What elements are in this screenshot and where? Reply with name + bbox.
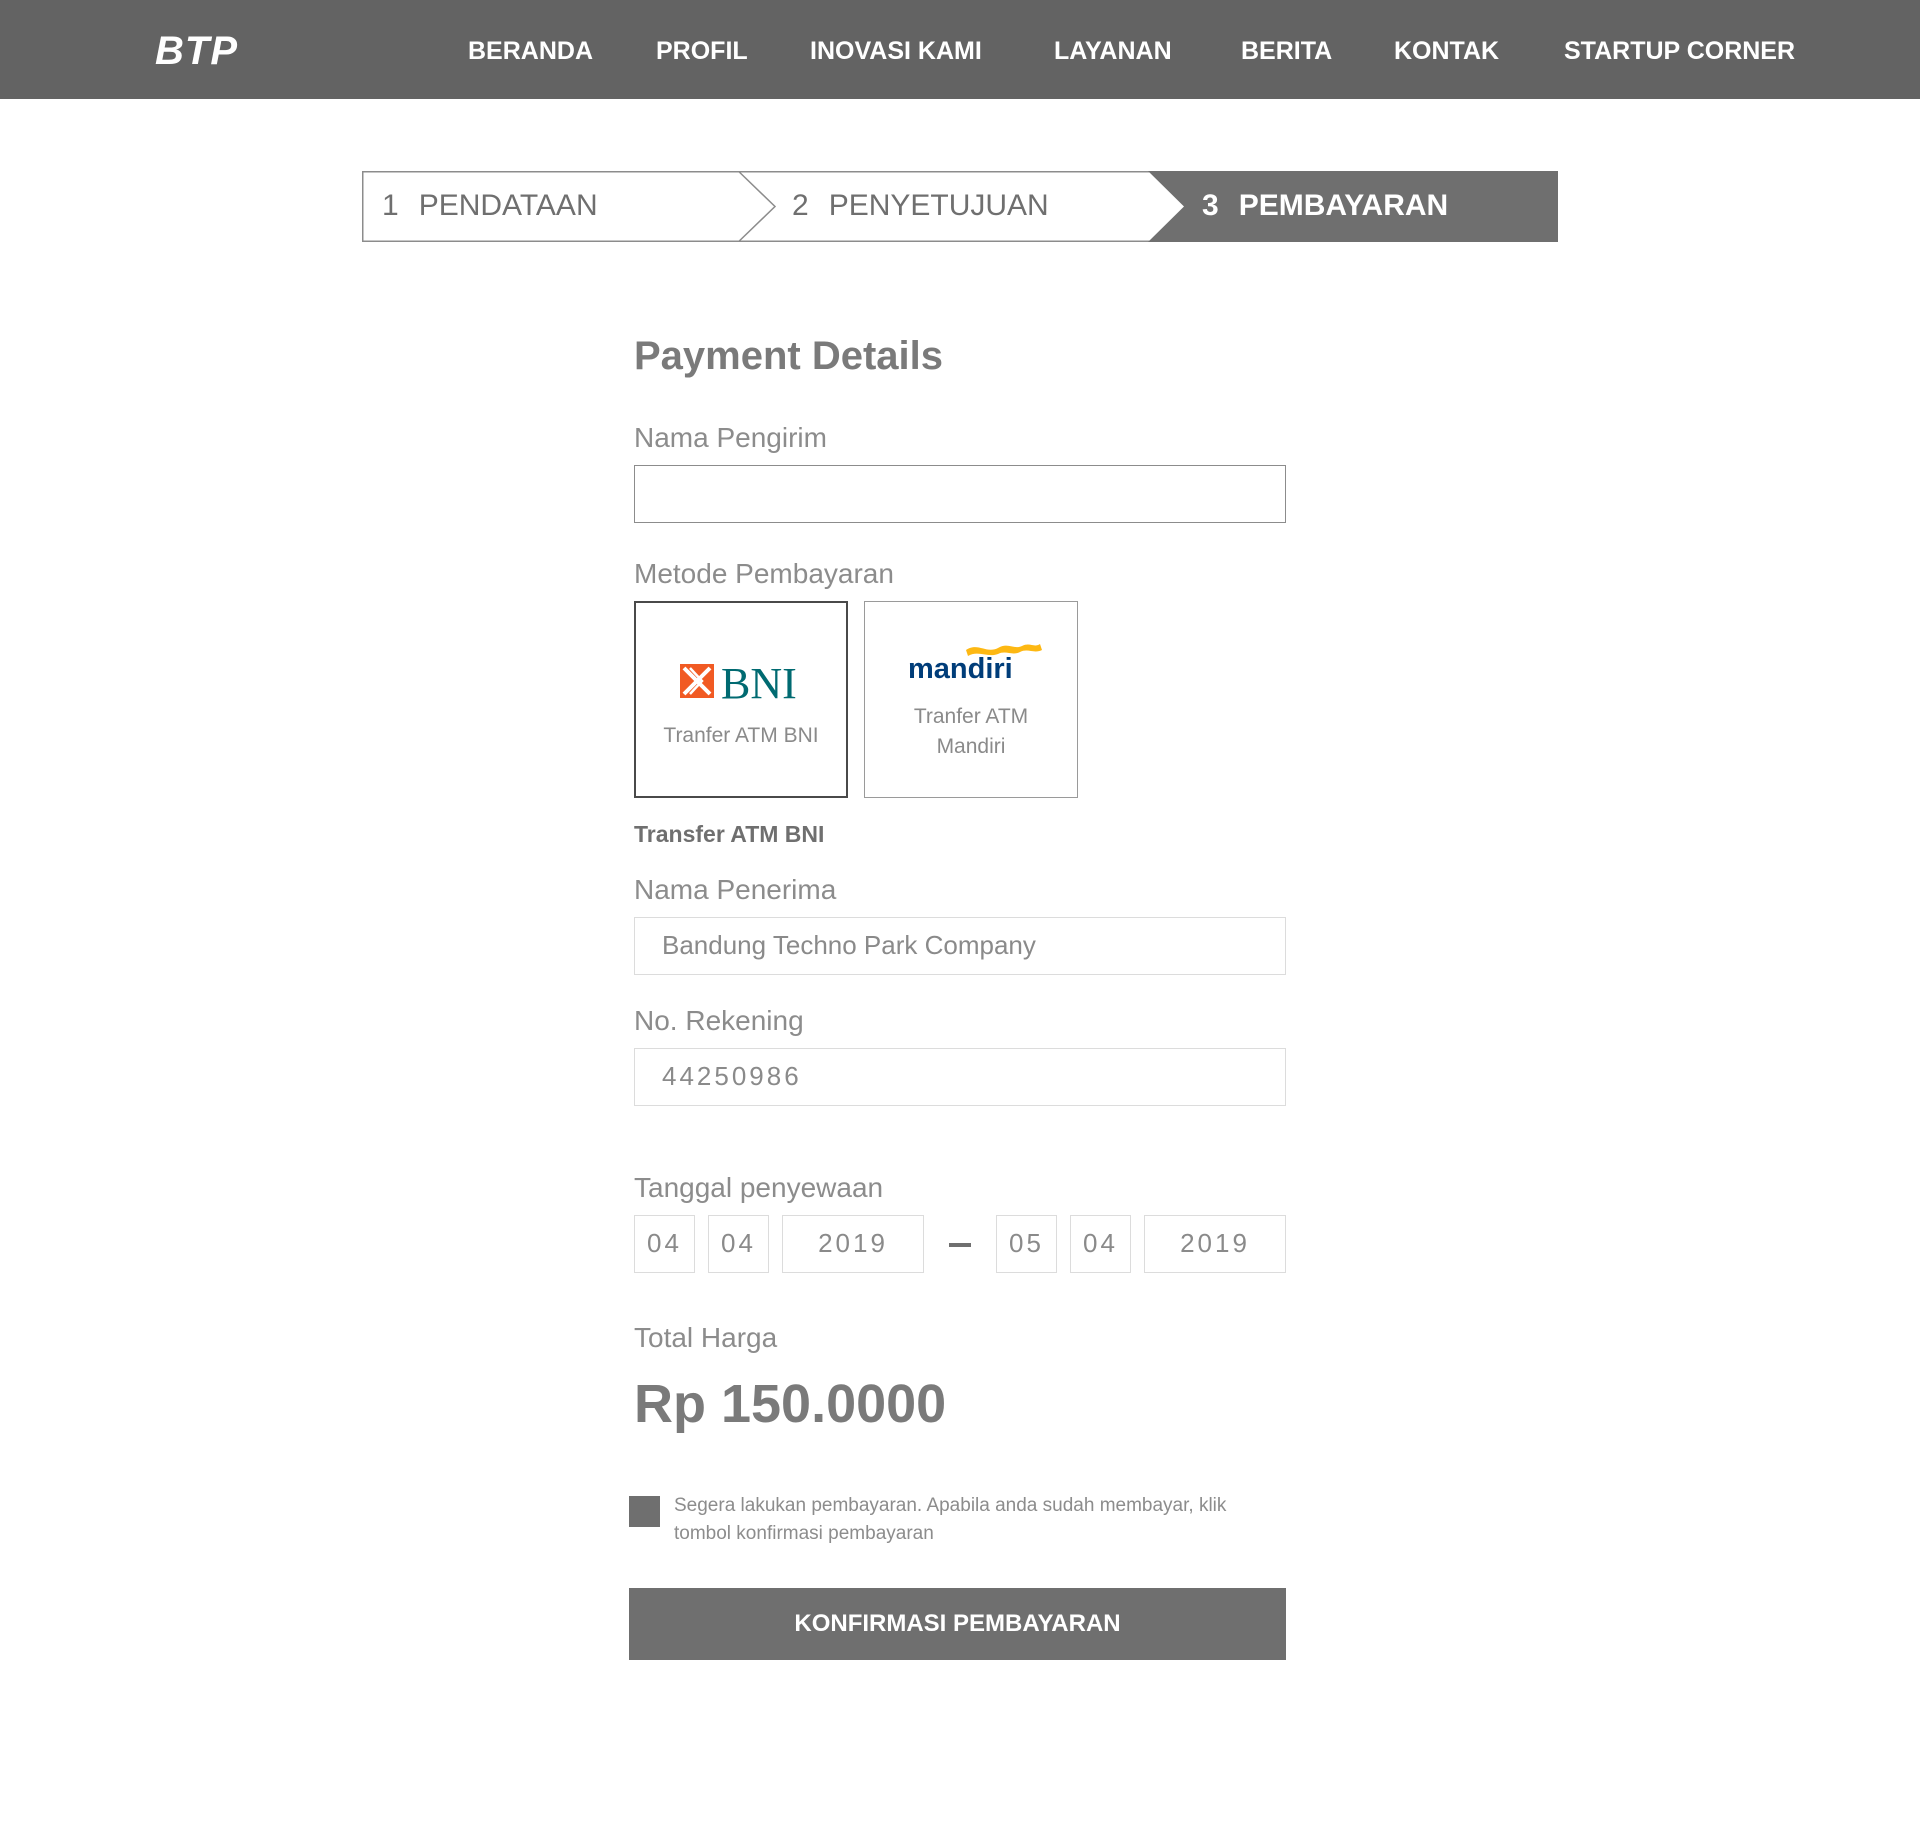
account-number-label: No. Rekening	[634, 1005, 804, 1036]
nav-beranda[interactable]: BERANDA	[468, 36, 593, 66]
payment-method-mandiri[interactable]: mandiri Tranfer ATM Mandiri	[864, 601, 1078, 798]
step-1-number: 1	[382, 189, 399, 222]
total-price-value: Rp 150.0000	[634, 1374, 947, 1434]
confirm-payment-button[interactable]: KONFIRMASI PEMBAYARAN	[629, 1588, 1286, 1660]
date-range-separator	[949, 1243, 971, 1247]
mandiri-caption-line1: Tranfer ATM	[913, 705, 1029, 728]
nav-inovasi-kami[interactable]: INOVASI KAMI	[810, 36, 982, 66]
bni-logo-icon: BNI	[680, 659, 797, 706]
payment-method-label: Metode Pembayaran	[634, 558, 894, 589]
step-2-penyetujuan[interactable]: 2 PENYETUJUAN	[792, 188, 1049, 224]
rental-start-month[interactable]: 04	[708, 1215, 769, 1273]
nav-layanan[interactable]: LAYANAN	[1054, 36, 1172, 66]
page-title: Payment Details	[634, 334, 944, 378]
bni-caption: Tranfer ATM BNI	[663, 724, 819, 747]
bni-logo-text: BNI	[721, 659, 797, 706]
payment-method-bni[interactable]: BNI Tranfer ATM BNI	[634, 601, 848, 798]
nav-startup-corner[interactable]: STARTUP CORNER	[1564, 36, 1795, 66]
rental-date-label: Tanggal penyewaan	[634, 1172, 884, 1203]
mandiri-logo-icon: mandiri	[908, 644, 1042, 685]
sender-name-label: Nama Pengirim	[634, 422, 827, 453]
btp-logo[interactable]: BTP	[155, 30, 238, 72]
nav-profil[interactable]: PROFIL	[656, 36, 748, 66]
rental-start-year[interactable]: 2019	[782, 1215, 924, 1273]
nav-berita[interactable]: BERITA	[1241, 36, 1332, 66]
checkout-stepper: 1 PENDATAAN 2 PENYETUJUAN 3 PEMBAYARAN	[362, 171, 1558, 242]
nav-kontak[interactable]: KONTAK	[1394, 36, 1499, 66]
recipient-name-label: Nama Penerima	[634, 874, 837, 905]
sender-name-input[interactable]	[634, 465, 1286, 523]
total-price-label: Total Harga	[634, 1322, 778, 1353]
rental-end-year[interactable]: 2019	[1144, 1215, 1286, 1273]
account-number-field: 44250986	[634, 1048, 1286, 1106]
rental-end-month[interactable]: 04	[1070, 1215, 1131, 1273]
step-3-pembayaran[interactable]: 3 PEMBAYARAN	[1202, 188, 1448, 224]
mandiri-logo-text: mandiri	[908, 653, 1013, 685]
payment-notice-text: Segera lakukan pembayaran. Apabila anda …	[674, 1495, 1227, 1544]
rental-start-day[interactable]: 04	[634, 1215, 695, 1273]
step-3-number: 3	[1202, 189, 1219, 222]
selected-method-heading: Transfer ATM BNI	[634, 821, 825, 847]
payment-confirm-checkbox[interactable]	[629, 1496, 660, 1527]
step-2-number: 2	[792, 189, 809, 222]
step-1-label: PENDATAAN	[418, 189, 598, 222]
rental-end-day[interactable]: 05	[996, 1215, 1057, 1273]
mandiri-caption-line2: Mandiri	[936, 735, 1006, 758]
recipient-name-field: Bandung Techno Park Company	[634, 917, 1286, 975]
step-3-label: PEMBAYARAN	[1238, 189, 1449, 222]
step-1-pendataan[interactable]: 1 PENDATAAN	[382, 188, 598, 224]
step-2-label: PENYETUJUAN	[828, 189, 1049, 222]
top-navigation-bar: BTP BERANDA PROFIL INOVASI KAMI LAYANAN …	[0, 0, 1920, 99]
